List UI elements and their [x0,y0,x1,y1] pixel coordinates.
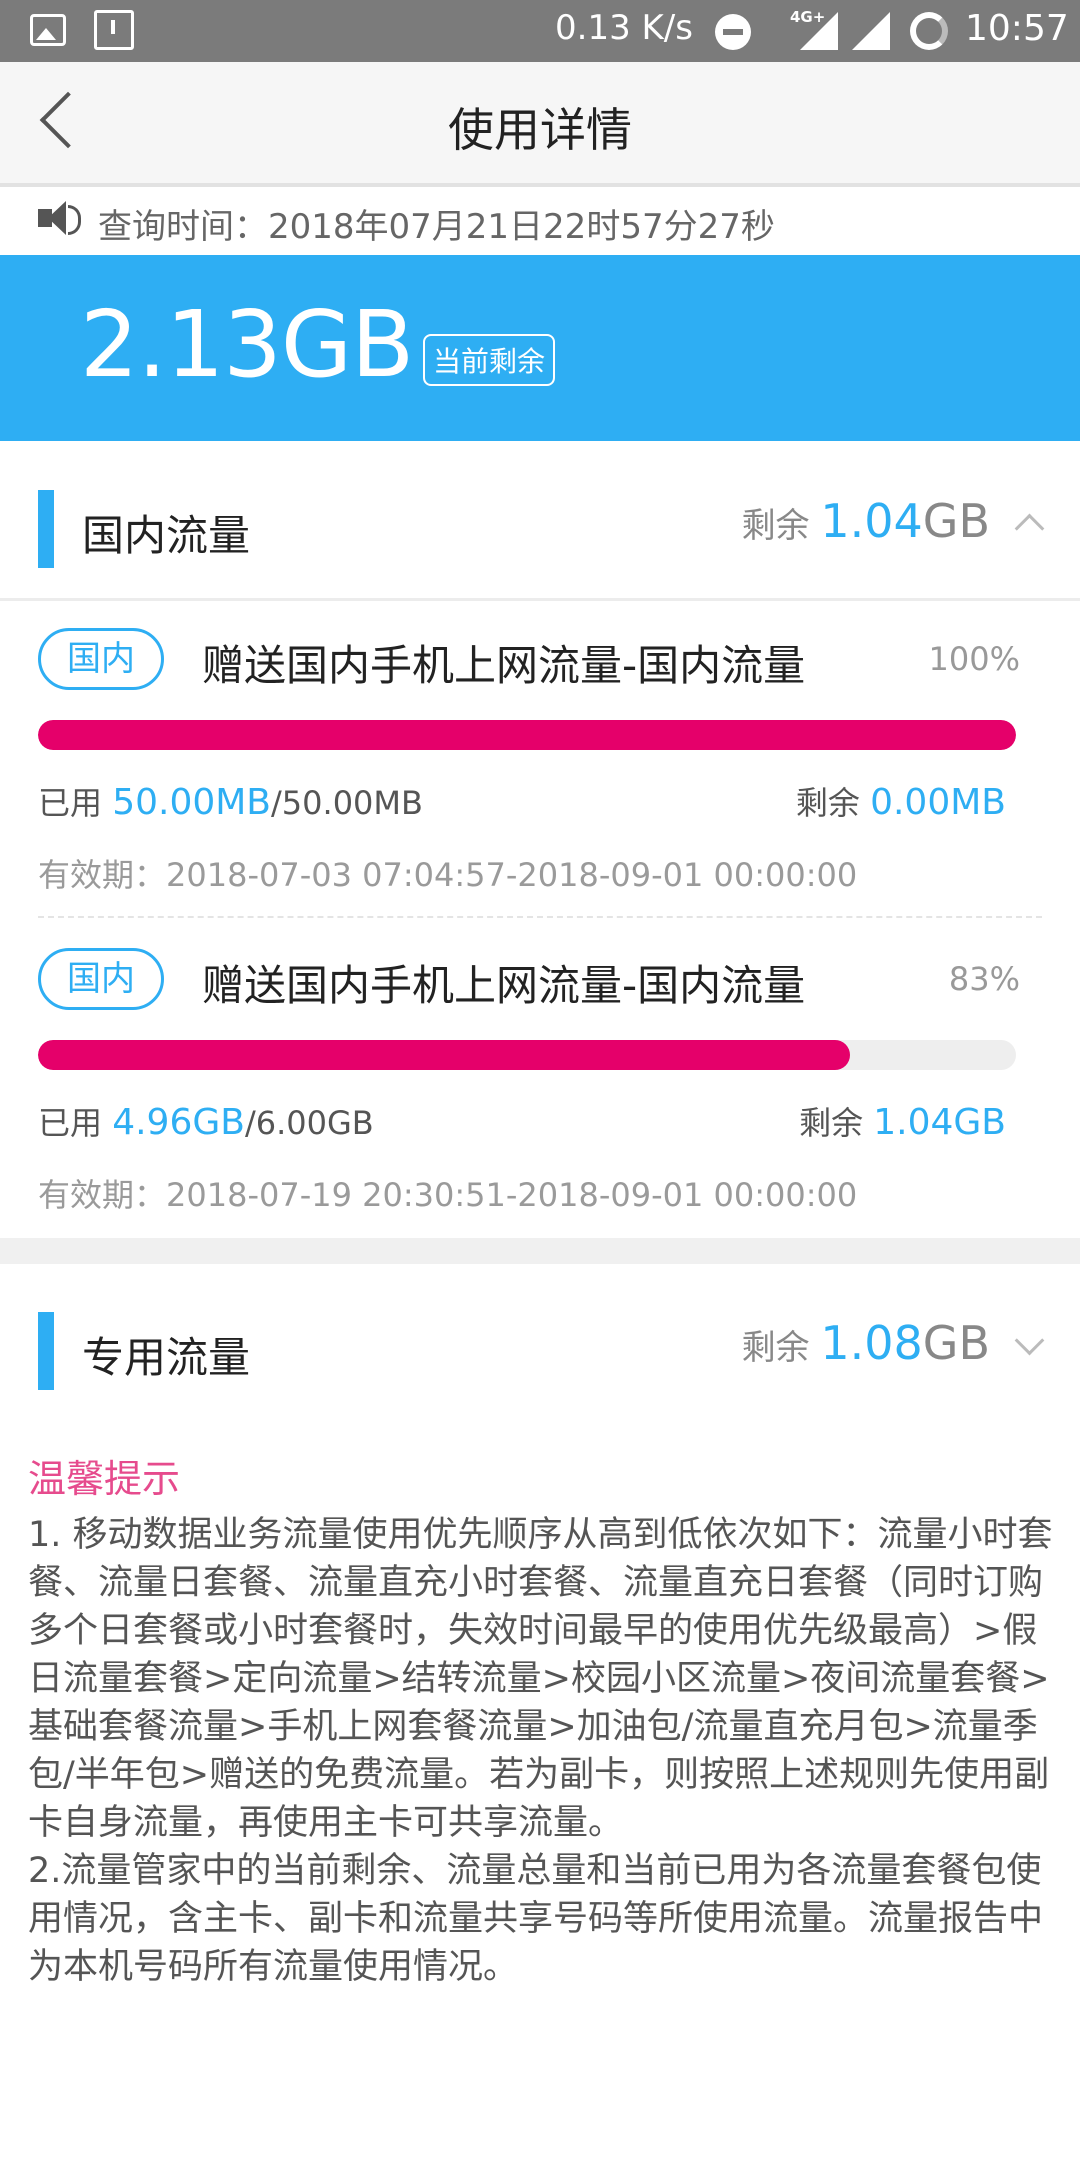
list-item: 国内 赠送国内手机上网流量-国内流量 83% 已用 4.96GB/6.00GB … [0,948,1080,1218]
used-amount: 已用 50.00MB/50.00MB [38,778,423,824]
usage-progress-bar [38,720,1016,750]
remaining-summary-banner: 2.13GB 当前剩余 [0,255,1080,441]
tips-title: 温馨提示 [28,1457,181,1501]
section-divider [0,598,1080,601]
section-gap [0,1238,1080,1264]
remaining-value: 0.00MB [870,782,1006,823]
total-value: /6.00GB [244,1104,374,1142]
validity-period: 有效期：2018-07-03 07:04:57-2018-09-01 00:00… [38,856,858,894]
tips-section: 温馨提示 1. 移动数据业务流量使用优先顺序从高到低依次如下：流量小时套餐、流量… [28,1448,1058,1991]
nav-bar: 使用详情 [0,62,1080,187]
page-title: 使用详情 [448,103,632,157]
remaining-number: 1.08 [820,1316,923,1370]
remaining-number: 1.04 [820,494,923,548]
notification-icons [30,10,134,50]
expand-chevron-down-icon[interactable] [1014,1325,1045,1356]
usage-progress-bar [38,1040,1016,1070]
total-remaining-value: 2.13GB [80,291,414,398]
image-notification-icon [30,14,66,46]
remaining-label: 剩余 [741,1328,810,1368]
item-separator [38,916,1042,918]
remaining-label: 剩余 [795,784,860,822]
speaker-icon [38,201,81,235]
usage-percent: 100% [928,640,1020,678]
used-amount: 已用 4.96GB/6.00GB [38,1098,374,1144]
clock: 10:57 [965,8,1069,49]
network-speed: 0.13 K/s [555,8,693,48]
collapse-chevron-up-icon[interactable] [1014,513,1045,544]
usage-progress-fill [38,1040,850,1070]
package-title: 赠送国内手机上网流量-国内流量 [202,641,806,690]
note-notification-icon [94,10,134,50]
validity-period: 有效期：2018-07-19 20:30:51-2018-09-01 00:00… [38,1176,858,1214]
section-title: 国内流量 [82,511,251,560]
tips-paragraph-2: 2.流量管家中的当前剩余、流量总量和当前已用为各流量套餐包使用情况，含主卡、副卡… [28,1851,1044,1987]
signal-icon [800,12,838,50]
remaining-label: 剩余 [799,1104,864,1142]
remaining-unit: GB [922,494,990,548]
used-label: 已用 [38,1104,103,1142]
remaining-amount: 剩余 1.04GB [799,1098,1006,1144]
battery-icon [910,12,948,50]
section-title: 专用流量 [82,1333,251,1382]
used-value: 4.96GB [112,1102,245,1143]
domestic-badge: 国内 [38,628,164,690]
total-value: /50.00MB [271,784,423,822]
current-remaining-tag: 当前剩余 [423,334,556,386]
domestic-badge: 国内 [38,948,164,1010]
used-label: 已用 [38,784,103,822]
remaining-amount: 剩余 0.00MB [796,778,1006,824]
package-title: 赠送国内手机上网流量-国内流量 [202,961,806,1010]
signal-icon-2 [852,12,890,50]
tips-paragraph-1: 1. 移动数据业务流量使用优先顺序从高到低依次如下：流量小时套餐、流量日套餐、流… [28,1515,1053,1843]
section-remaining: 剩余 1.04GB [742,494,990,548]
query-time-text: 查询时间：2018年07月21日22时57分27秒 [98,207,775,247]
remaining-unit: GB [922,1316,990,1370]
remaining-value: 1.04GB [873,1102,1006,1143]
query-time-row: 查询时间：2018年07月21日22时57分27秒 [0,187,1080,255]
section-special-header[interactable]: 专用流量 剩余 1.08GB [0,1288,1080,1408]
section-domestic-header[interactable]: 国内流量 剩余 1.04GB [0,466,1080,586]
usage-progress-fill [38,720,1016,750]
section-accent-bar [38,1312,54,1390]
section-remaining: 剩余 1.08GB [742,1316,990,1370]
do-not-disturb-icon [715,14,751,50]
remaining-label: 剩余 [741,506,810,546]
used-value: 50.00MB [112,782,272,823]
section-accent-bar [38,490,54,568]
status-bar: 0.13 K/s 4G+ 10:57 [0,0,1080,62]
usage-percent: 83% [948,960,1020,998]
list-item: 国内 赠送国内手机上网流量-国内流量 100% 已用 50.00MB/50.00… [0,628,1080,898]
